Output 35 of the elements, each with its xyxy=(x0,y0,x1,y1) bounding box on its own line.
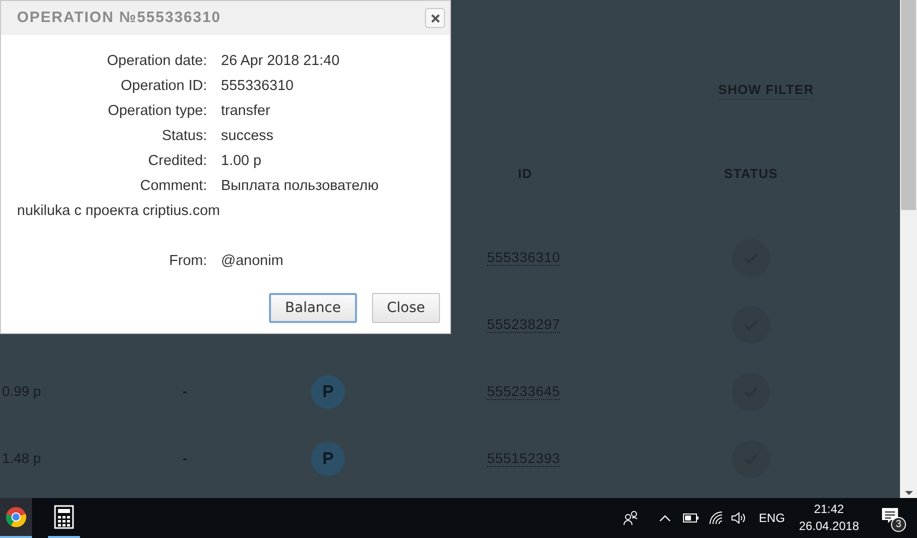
field-value: @anonim xyxy=(221,252,284,271)
chevron-up-icon[interactable] xyxy=(658,514,671,522)
clock[interactable]: 21:42 26.04.2018 xyxy=(798,501,859,535)
scrollbar[interactable] xyxy=(900,0,917,498)
field-value: transfer xyxy=(221,102,270,121)
dash-text: - xyxy=(182,382,188,401)
dialog-button[interactable]: Balance xyxy=(269,293,357,323)
language-indicator[interactable]: ENG xyxy=(758,509,785,527)
speaker-icon[interactable] xyxy=(730,511,747,525)
calculator-icon xyxy=(54,505,74,529)
people-icon[interactable] xyxy=(622,510,639,526)
field-value: 555336310 xyxy=(221,77,294,96)
wifi-icon[interactable] xyxy=(708,511,723,525)
chrome-icon xyxy=(5,506,27,528)
field-label: Operation date: xyxy=(106,52,207,71)
currency-badge: P xyxy=(311,442,345,476)
clock-date: 26.04.2018 xyxy=(798,518,859,535)
dash-text: - xyxy=(182,449,188,468)
field-value: success xyxy=(221,127,274,146)
field-label: From: xyxy=(168,252,207,271)
field-label: Credited: xyxy=(147,152,207,171)
dialog-button[interactable]: Close xyxy=(372,293,440,323)
close-icon[interactable] xyxy=(425,8,445,28)
dialog-title: OPERATION №555336310 xyxy=(17,8,222,28)
currency-badge: P xyxy=(311,374,345,408)
field-value: 26 Apr 2018 21:40 xyxy=(221,52,340,71)
notification-badge: 3 xyxy=(891,517,906,532)
battery-icon[interactable] xyxy=(682,513,699,523)
field-label: Status: xyxy=(160,127,207,146)
field-value: 1.00 р xyxy=(221,152,262,171)
field-label: Operation type: xyxy=(106,102,207,121)
comment-text: Comment: Выплата пользователю nukiluka с проекта criptius.com xyxy=(17,177,380,221)
taskbar-app[interactable] xyxy=(0,498,32,538)
field-label: Operation ID: xyxy=(120,77,207,96)
clock-time: 21:42 xyxy=(814,501,844,518)
